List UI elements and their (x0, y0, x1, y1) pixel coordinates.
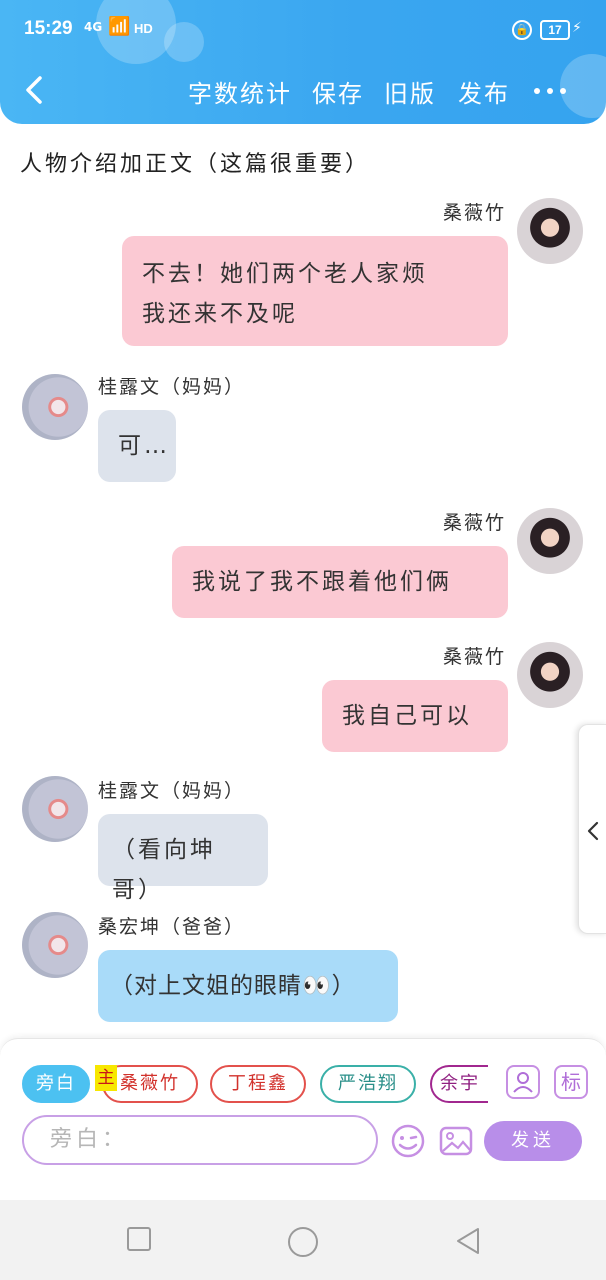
publish-button[interactable]: 发布 (458, 74, 510, 109)
message-text-line: 不去！她们两个老人家烦 (142, 261, 428, 287)
charging-icon: ⚡ (572, 20, 582, 36)
sender-name: 桑薇竹 (442, 202, 506, 224)
message-bubble[interactable]: 我说了我不跟着他们俩 (172, 546, 508, 618)
tag-button[interactable]: 标 (554, 1065, 588, 1099)
message-left: 桂露文（妈妈） 可… (0, 368, 606, 488)
image-icon[interactable] (438, 1123, 474, 1159)
app-header: 15:29 4G 📶 HD 🔒 17 ⚡ 字数统计 保存 旧版 发布 (0, 0, 606, 124)
role-chip[interactable]: 丁程鑫 (210, 1065, 306, 1103)
sender-name: 桑宏坤（爸爸） (98, 916, 246, 938)
message-bubble[interactable]: （看向坤哥） (98, 814, 268, 903)
back-arrow-icon[interactable] (22, 74, 46, 106)
top-toolbar: 字数统计 保存 旧版 发布 (0, 60, 606, 120)
status-bar: 15:29 4G 📶 HD 🔒 17 ⚡ (0, 14, 606, 50)
main-character-badge: 主 (95, 1065, 117, 1091)
message-text-line: （对上文姐的眼睛👀） (110, 973, 356, 999)
message-composer: 旁白 桑薇竹 主 丁程鑫 严浩翔 余宇 标 旁白： 发送 (0, 1038, 606, 1200)
rotation-lock-icon: 🔒 (512, 20, 532, 40)
system-navigation-bar (0, 1200, 606, 1280)
avatar[interactable] (517, 198, 583, 264)
chat-area: 人物介绍加正文（这篇很重要） 桑薇竹 不去！她们两个老人家烦 我还来不及呢 桂露… (0, 124, 606, 1034)
message-right: 桑薇竹 不去！她们两个老人家烦 我还来不及呢 (0, 194, 606, 354)
battery-icon: 17 (540, 20, 570, 40)
avatar[interactable] (22, 374, 88, 440)
message-bubble[interactable]: 不去！她们两个老人家烦 我还来不及呢 (122, 236, 508, 346)
avatar[interactable] (517, 508, 583, 574)
message-left: 桂露文（妈妈） （看向坤哥） (0, 772, 606, 903)
person-icon (513, 1072, 533, 1093)
message-input[interactable]: 旁白： (22, 1115, 378, 1165)
send-button[interactable]: 发送 (484, 1121, 582, 1161)
tag-label: 标 (561, 1070, 581, 1094)
role-chip[interactable]: 余宇 (430, 1065, 488, 1103)
wifi-icon: 📶 (108, 16, 131, 37)
message-text-line: （看向坤哥） (112, 837, 216, 903)
sender-name: 桂露文（妈妈） (98, 780, 246, 802)
word-count-button[interactable]: 字数统计 (188, 74, 292, 109)
message-left: 桑宏坤（爸爸） （对上文姐的眼睛👀） (0, 908, 606, 1028)
back-triangle-icon[interactable] (454, 1226, 482, 1256)
save-button[interactable]: 保存 (312, 74, 364, 109)
message-text-line: 可… (118, 433, 170, 459)
character-card-icon[interactable] (506, 1065, 540, 1099)
home-icon[interactable] (287, 1226, 319, 1258)
avatar[interactable] (22, 776, 88, 842)
message-text-line: 我说了我不跟着他们俩 (192, 569, 452, 595)
sender-name: 桑薇竹 (442, 512, 506, 534)
message-text-line: 我自己可以 (342, 703, 472, 729)
message-right: 桑薇竹 我说了我不跟着他们俩 (0, 504, 606, 624)
message-right: 桑薇竹 我自己可以 (0, 640, 606, 760)
message-bubble[interactable]: 可… (98, 410, 176, 482)
message-bubble[interactable]: 我自己可以 (322, 680, 508, 752)
avatar[interactable] (517, 642, 583, 708)
status-time: 15:29 (24, 18, 73, 39)
more-options-icon[interactable] (532, 80, 568, 100)
role-chip[interactable]: 严浩翔 (320, 1065, 416, 1103)
emoji-icon[interactable] (390, 1123, 426, 1159)
network-indicator: 4G (84, 20, 103, 34)
avatar[interactable] (22, 912, 88, 978)
recent-apps-icon[interactable] (126, 1226, 152, 1252)
role-chip-narration[interactable]: 旁白 (22, 1065, 90, 1103)
sender-name: 桂露文（妈妈） (98, 376, 246, 398)
chapter-title: 人物介绍加正文（这篇很重要） (20, 152, 371, 177)
sender-name: 桑薇竹 (442, 646, 506, 668)
message-bubble[interactable]: （对上文姐的眼睛👀） (98, 950, 398, 1022)
chevron-left-icon (587, 821, 599, 841)
hd-indicator: HD (134, 21, 153, 36)
message-text-line: 我还来不及呢 (142, 301, 298, 327)
side-drawer-tab[interactable] (578, 724, 606, 934)
old-version-button[interactable]: 旧版 (384, 74, 436, 109)
